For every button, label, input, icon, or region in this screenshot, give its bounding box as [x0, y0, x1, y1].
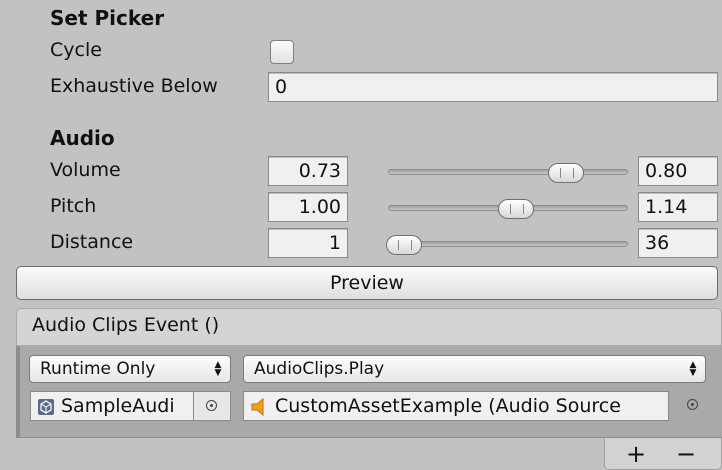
event-header: Audio Clips Event ()	[16, 308, 722, 346]
pitch-min-field[interactable]: 1.00	[268, 192, 348, 222]
list-footer: + −	[604, 438, 722, 470]
argument-picker-icon[interactable]	[687, 399, 698, 410]
pitch-label: Pitch	[50, 195, 97, 217]
exhaustive-below-field[interactable]: 0	[268, 72, 718, 102]
add-button[interactable]: +	[625, 440, 647, 468]
object-picker-button[interactable]	[193, 392, 230, 420]
pitch-max-field[interactable]: 1.14	[638, 192, 718, 222]
volume-range-track[interactable]	[388, 169, 628, 175]
runtime-mode-dropdown[interactable]: Runtime Only ▲ ▼	[29, 355, 231, 383]
volume-label: Volume	[50, 159, 121, 181]
set-picker-header: Set Picker	[50, 6, 165, 30]
object-picker-icon	[206, 400, 217, 411]
distance-min-field[interactable]: 1	[268, 228, 348, 258]
volume-max-field[interactable]: 0.80	[638, 156, 718, 186]
argument-object-name: CustomAssetExample (Audio Source	[275, 395, 621, 417]
volume-min-field[interactable]: 0.73	[268, 156, 348, 186]
cycle-label: Cycle	[50, 39, 102, 61]
event-title: Audio Clips Event ()	[32, 314, 220, 336]
distance-range-track[interactable]	[388, 241, 628, 247]
function-dropdown[interactable]: AudioClips.Play ▲ ▼	[243, 355, 706, 383]
audio-header: Audio	[50, 126, 115, 150]
dropdown-arrows-icon: ▲ ▼	[214, 360, 222, 378]
argument-object-field[interactable]: CustomAssetExample (Audio Source	[243, 391, 669, 421]
speaker-icon	[251, 398, 264, 416]
preview-button[interactable]: Preview	[16, 266, 718, 300]
distance-max-field[interactable]: 36	[638, 228, 718, 258]
function-value: AudioClips.Play	[254, 359, 385, 379]
distance-label: Distance	[50, 231, 134, 253]
volume-range-thumb[interactable]	[548, 163, 584, 183]
unity-cube-icon	[38, 399, 54, 415]
dropdown-arrows-icon: ▲ ▼	[689, 360, 697, 378]
distance-range-thumb[interactable]	[386, 235, 422, 255]
target-object-field[interactable]: SampleAudi	[30, 391, 231, 421]
exhaustive-below-label: Exhaustive Below	[50, 75, 218, 97]
pitch-range-thumb[interactable]	[498, 199, 534, 219]
list-item-handle	[16, 346, 20, 438]
target-object-name: SampleAudi	[61, 395, 175, 417]
cycle-checkbox[interactable]	[270, 40, 294, 64]
runtime-mode-value: Runtime Only	[40, 359, 156, 379]
remove-button[interactable]: −	[675, 440, 697, 468]
